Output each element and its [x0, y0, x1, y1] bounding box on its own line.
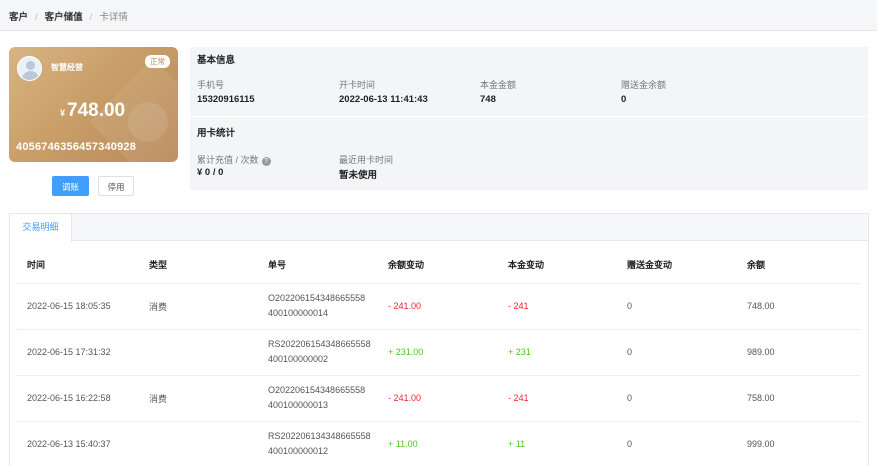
cell-type [139, 329, 258, 376]
order-no-line2: 400100000012 [268, 446, 329, 456]
card-status-badge: 正常 [145, 55, 170, 68]
table-header-row: 时间 类型 单号 余额变动 本金变动 赠送金变动 余额 [17, 246, 860, 284]
card-decoration [128, 102, 168, 142]
breadcrumb-stored-value[interactable]: 客户储值 [45, 9, 83, 23]
card-balance-amount: 748.00 [67, 100, 126, 121]
cell-gift-change: 0 [617, 283, 737, 330]
column-header-time: 时间 [17, 246, 139, 284]
disable-button[interactable]: 停用 [98, 176, 134, 196]
breadcrumb-separator: / [89, 12, 93, 23]
last-use-label: 最近用卡时间 [339, 155, 394, 165]
cell-type [139, 421, 258, 466]
cell-principal-change: + 11 [498, 421, 617, 466]
cell-time: 2022-06-15 16:22:58 [17, 375, 139, 422]
breadcrumb-current: 卡详情 [99, 12, 128, 23]
principal-value: 748 [480, 94, 496, 105]
cell-principal-change: + 231 [498, 329, 617, 376]
user-avatar-icon [17, 56, 42, 81]
table-row: 2022-06-15 18:05:35 消费 O2022061543486655… [17, 283, 860, 330]
adjust-button[interactable]: 调账 [52, 176, 89, 196]
cell-principal-change: - 241 [498, 283, 617, 330]
cell-time: 2022-06-15 18:05:35 [17, 283, 139, 330]
cell-gift-change: 0 [617, 421, 737, 466]
principal-label: 本金金额 [480, 80, 517, 90]
column-header-principal-change: 本金变动 [498, 246, 617, 284]
cell-balance-change: - 241.00 [378, 283, 498, 330]
basic-info-title: 基本信息 [197, 55, 236, 66]
table-row: 2022-06-15 16:22:58 消费 O2022061543486655… [17, 375, 860, 422]
order-no-line1: O202206154348665558 [268, 293, 366, 303]
order-no-line2: 400100000002 [268, 354, 329, 364]
breadcrumb-separator: / [35, 12, 38, 23]
tabs-bar [10, 214, 868, 241]
cell-gift-change: 0 [617, 375, 737, 422]
order-no-line1: RS202206134348665558 [268, 431, 371, 441]
cell-order-no: RS202206154348665558 400100000002 [258, 329, 378, 376]
column-header-balance-change: 余额变动 [378, 246, 498, 284]
cell-time: 2022-06-15 17:31:32 [17, 329, 139, 376]
breadcrumb-customer[interactable]: 客户 [9, 9, 28, 23]
cell-order-no: RS202206134348665558 400100000012 [258, 421, 378, 466]
transactions-table: 时间 类型 单号 余额变动 本金变动 赠送金变动 余额 2022-06-15 1… [17, 246, 860, 466]
recharge-label-text: 累计充值 / 次数 [197, 155, 259, 165]
open-time-label: 开卡时间 [339, 80, 376, 90]
column-header-order-no: 单号 [258, 246, 378, 284]
phone-label: 手机号 [197, 80, 225, 90]
member-card: 智慧经营 正常 ¥748.00 4056746356457340928 [9, 47, 178, 162]
cell-gift-change: 0 [617, 329, 737, 376]
column-header-balance: 余额 [737, 246, 860, 284]
column-header-gift-change: 赠送金变动 [617, 246, 737, 284]
page: 客户 / 客户储值 / 卡详情 智慧经营 正常 ¥748.00 405674635645… [0, 0, 877, 466]
open-time-value: 2022-06-13 11:41:43 [339, 94, 428, 105]
order-no-line2: 400100000014 [268, 308, 329, 318]
card-number: 4056746356457340928 [16, 141, 137, 153]
section-divider [190, 116, 868, 117]
table-row: 2022-06-13 15:40:37 RS202206134348665558… [17, 421, 860, 466]
usage-stats-title: 用卡统计 [197, 128, 236, 139]
phone-value: 15320916115 [197, 94, 255, 105]
tab-transactions[interactable]: 交易明细 [10, 214, 72, 242]
cell-balance: 999.00 [737, 421, 860, 466]
cell-order-no: O202206154348665558 400100000014 [258, 283, 378, 330]
cell-balance: 748.00 [737, 283, 860, 330]
recharge-value: ¥ 0 / 0 [197, 167, 224, 178]
help-icon[interactable]: ? [261, 157, 271, 166]
table-row: 2022-06-15 17:31:32 RS202206154348665558… [17, 329, 860, 376]
cell-balance-change: + 11.00 [378, 421, 498, 466]
cell-balance: 989.00 [737, 329, 860, 376]
transactions-panel: 交易明细 时间 类型 单号 余额变动 本金变动 赠送金变动 余额 2022-06… [9, 213, 869, 466]
card-info-panel: 基本信息 手机号 15320916115 开卡时间 2022-06-13 11:… [190, 47, 868, 190]
order-no-line1: O202206154348665558 [268, 385, 366, 395]
card-balance: ¥748.00 [60, 100, 125, 122]
gift-balance-label: 赠送金余额 [621, 80, 667, 90]
recharge-label: 累计充值 / 次数? [197, 153, 271, 166]
breadcrumb: 客户 / 客户储值 / 卡详情 [0, 0, 877, 31]
column-header-type: 类型 [139, 246, 258, 284]
card-owner-name: 智慧经营 [51, 63, 83, 72]
cell-balance-change: - 241.00 [378, 375, 498, 422]
cell-balance-change: + 231.00 [378, 329, 498, 376]
cell-type: 消费 [139, 375, 258, 422]
order-no-line2: 400100000013 [268, 400, 329, 410]
last-use-value: 暂未使用 [339, 170, 378, 181]
cell-principal-change: - 241 [498, 375, 617, 422]
order-no-line1: RS202206154348665558 [268, 339, 371, 349]
cell-time: 2022-06-13 15:40:37 [17, 421, 139, 466]
gift-balance-value: 0 [621, 94, 627, 105]
cell-order-no: O202206154348665558 400100000013 [258, 375, 378, 422]
cell-balance: 758.00 [737, 375, 860, 422]
currency-symbol: ¥ [60, 108, 66, 118]
cell-type: 消费 [139, 283, 258, 330]
